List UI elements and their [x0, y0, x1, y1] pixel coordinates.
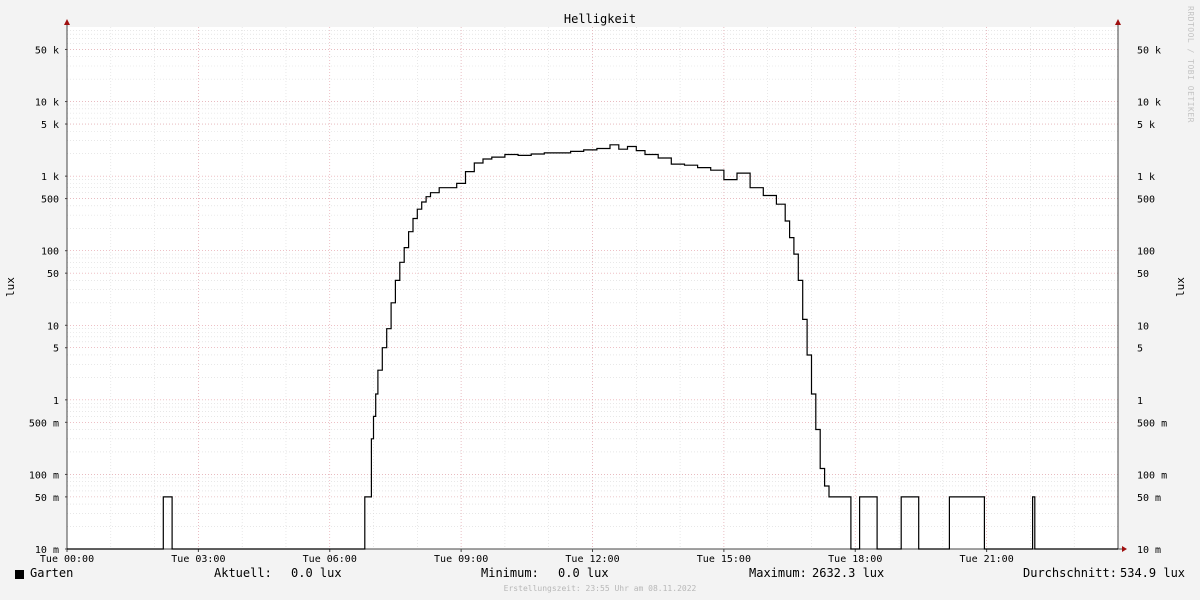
y-tick-label-left: 50 [47, 269, 59, 280]
y-tick-label-left: 100 [41, 247, 59, 258]
y-tick-label-left: 50 k [35, 45, 59, 56]
y-tick-label-left: 500 [41, 195, 59, 206]
x-tick-label: Tue 09:00 [434, 554, 488, 565]
watermark: RRDTOOL / TOBI OETIKER [1186, 6, 1195, 123]
current-label: Aktuell: [214, 566, 272, 580]
brightness-chart: 10 m 10 m50 m 50 m100 m 100 m500 m 500 m1 15 5… [4, 12, 1187, 565]
y-tick-label-right: 10 m [1137, 545, 1161, 556]
legend: Garten Aktuell: 0.0 lux Minimum: 0.0 lux… [0, 566, 1200, 584]
y-tick-label-right: 50 k [1137, 45, 1161, 56]
minimum-value: 0.0 lux [558, 566, 609, 580]
x-tick-label: Tue 21:00 [960, 554, 1014, 565]
y-tick-label-right: 500 m [1137, 418, 1167, 429]
x-tick-label: Tue 18:00 [828, 554, 882, 565]
y-axis-label-right: lux [1174, 277, 1187, 297]
x-tick-label: Tue 12:00 [565, 554, 619, 565]
footer-timestamp: Erstellungszeit: 23:55 Uhr am 08.11.2022 [503, 584, 697, 593]
y-tick-label-left: 1 k [41, 172, 59, 183]
average-value: 534.9 lux [1120, 566, 1186, 580]
y-tick-label-left: 1 [53, 396, 59, 407]
y-tick-label-right: 1 [1137, 396, 1143, 407]
y-tick-label-left: 50 m [35, 493, 59, 504]
x-tick-label: Tue 06:00 [303, 554, 357, 565]
y-tick-label-right: 10 [1137, 321, 1149, 332]
legend-series-name: Garten [30, 566, 74, 580]
y-tick-label-right: 10 k [1137, 98, 1161, 109]
minimum-label: Minimum: [481, 566, 539, 580]
y-tick-label-left: 500 m [29, 418, 59, 429]
y-tick-label-left: 10 k [35, 98, 59, 109]
y-tick-label-right: 500 [1137, 195, 1155, 206]
x-axis-arrow [1122, 546, 1127, 552]
y-tick-label-right: 5 [1137, 344, 1143, 355]
maximum-value: 2632.3 lux [812, 566, 885, 580]
x-tick-label: Tue 03:00 [171, 554, 225, 565]
y-tick-label-right: 1 k [1137, 172, 1155, 183]
y-tick-label-right: 5 k [1137, 120, 1155, 131]
average-label: Durchschnitt: [1023, 566, 1117, 580]
y-axis-arrow-left [64, 19, 70, 25]
x-tick-label: Tue 00:00 [40, 554, 94, 565]
y-tick-label-right: 100 m [1137, 470, 1167, 481]
y-tick-label-left: 10 [47, 321, 59, 332]
chart-title: Helligkeit [564, 12, 636, 26]
y-tick-label-left: 5 [53, 344, 59, 355]
x-tick-label: Tue 15:00 [697, 554, 751, 565]
y-tick-label-right: 50 m [1137, 493, 1161, 504]
y-tick-label-left: 100 m [29, 470, 59, 481]
y-tick-label-left: 5 k [41, 120, 59, 131]
y-tick-label-right: 50 [1137, 269, 1149, 280]
y-axis-arrow-right [1115, 19, 1121, 25]
current-value: 0.0 lux [291, 566, 342, 580]
maximum-label: Maximum: [749, 566, 807, 580]
y-tick-label-right: 100 [1137, 247, 1155, 258]
y-axis-label-left: lux [4, 277, 17, 297]
chart-window: 10 m 10 m 50 m 50 m 100 m 100 m 500 m 500 m1155… [0, 0, 1200, 600]
